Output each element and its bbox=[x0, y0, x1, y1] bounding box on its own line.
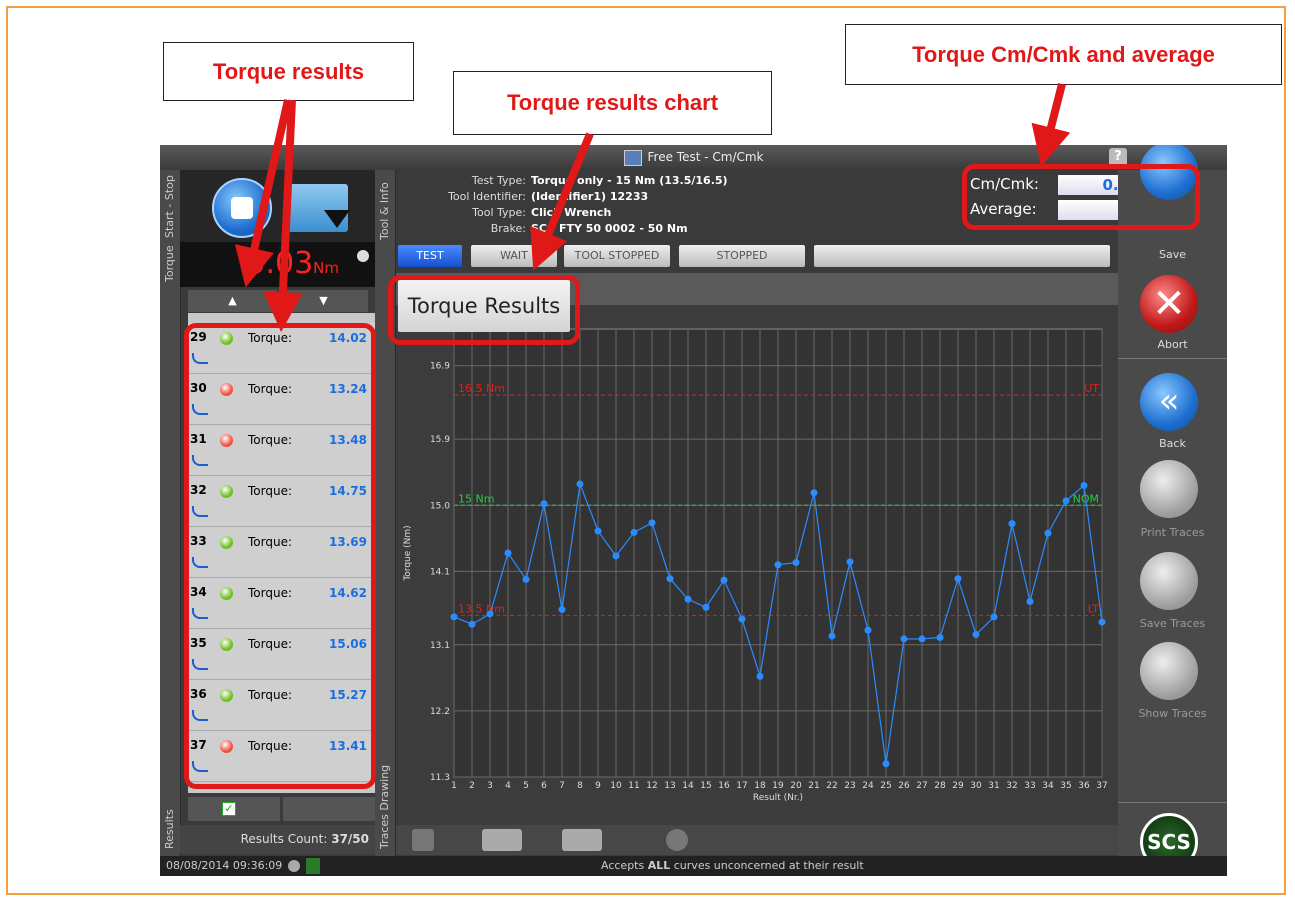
arrow-to-chart-tab bbox=[530, 132, 594, 271]
annotation-arrows bbox=[234, 83, 1071, 332]
arrow-to-stats bbox=[1031, 83, 1071, 167]
